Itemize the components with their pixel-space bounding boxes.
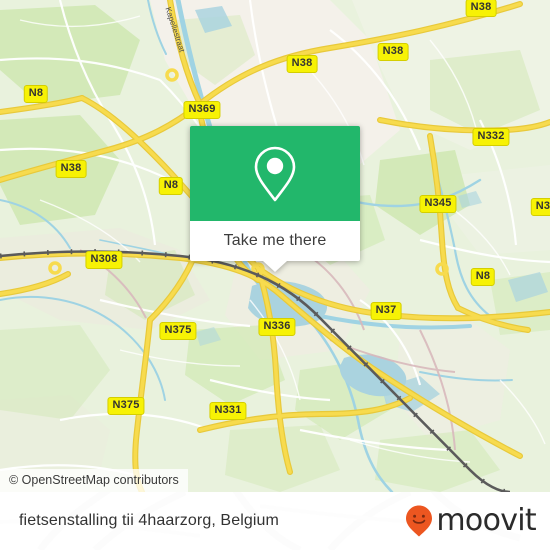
road-shield-n375-2: N375 [107,397,145,415]
road-shield-n38-1: N38 [465,0,497,17]
road-shield-n369: N369 [183,101,221,119]
road-shield-n345: N345 [419,195,457,213]
map-page: Kapellestraat N38 N38 N38 N8 N369 N332 N… [0,0,550,550]
footer-bar: fietsenstalling tii 4haarzorg, Belgium m… [0,492,550,550]
location-title: fietsenstalling tii 4haarzorg, Belgium [19,512,279,529]
road-shield-n336: N336 [258,318,296,336]
location-callout-card[interactable]: Take me there [190,126,360,272]
moovit-wordmark: moovit [436,503,536,538]
road-shield-n8-3: N8 [470,268,496,286]
road-shield-n8-2: N8 [158,177,184,195]
callout-icon-panel [190,126,360,221]
osm-attribution[interactable]: © OpenStreetMap contributors [0,469,188,492]
road-shield-n332: N332 [472,128,510,146]
callout-action-panel[interactable]: Take me there [190,221,360,272]
road-shield-n375-1: N375 [159,322,197,340]
take-me-there-label: Take me there [223,232,327,249]
road-shield-n37: N37 [370,302,402,320]
road-shield-n38-2: N38 [377,43,409,61]
road-shield-n38-3: N38 [286,55,318,73]
road-shield-n331: N331 [209,402,247,420]
road-shield-n38-4: N38 [55,160,87,178]
map-pin-icon [254,146,296,201]
callout-tail [263,261,287,272]
map-canvas[interactable]: Kapellestraat N38 N38 N38 N8 N369 N332 N… [0,0,550,492]
moovit-smiley-pin-icon [406,505,433,537]
road-shield-n308: N308 [85,251,123,269]
road-shield-n8-1: N8 [23,85,49,103]
moovit-brand[interactable]: moovit [404,503,537,538]
road-shield-n3: N3 [530,198,550,216]
